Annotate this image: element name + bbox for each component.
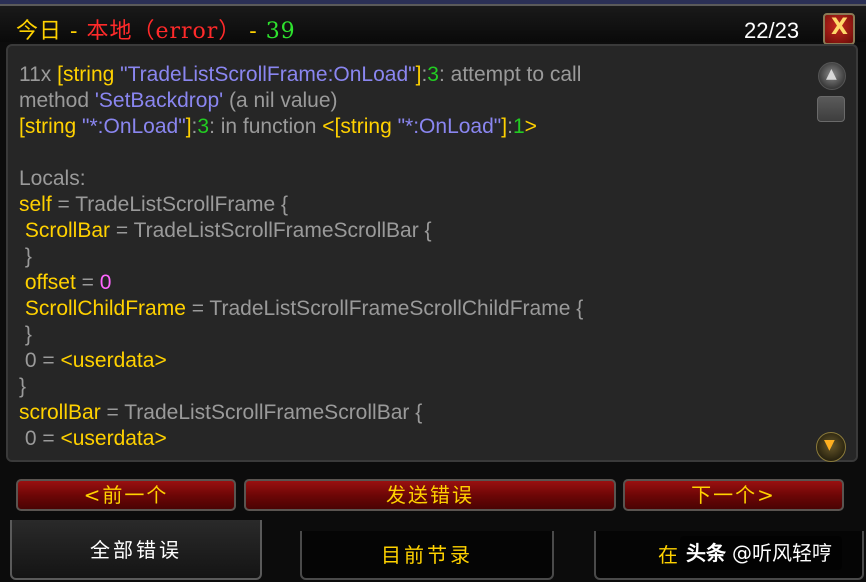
error-text-panel[interactable]: 11x [string "TradeListScrollFrame:OnLoad… — [6, 44, 858, 462]
error-text-segment: "*:OnLoad" — [397, 115, 502, 138]
title-bar[interactable]: 今日 - 本地（error） - 39 22/23 X — [0, 6, 866, 45]
next-error-button[interactable]: 下一个> — [623, 479, 844, 511]
title-today: 今日 — [16, 19, 63, 44]
error-text-segment: : attempt to call — [438, 63, 582, 86]
error-text-segment: = TradeListScrollFrameScrollChildFrame { — [185, 297, 584, 320]
error-text-segment: 'SetBackdrop' — [94, 89, 224, 112]
title-separator: - — [241, 19, 266, 44]
tab-current-session[interactable]: 目前节录 — [300, 531, 554, 580]
title-error-count: 39 — [265, 19, 296, 44]
error-text-segment: ScrollChildFrame — [19, 297, 186, 320]
error-text-segment: 0 — [99, 271, 112, 294]
close-button[interactable]: X — [823, 13, 855, 45]
send-error-button[interactable]: 发送错误 — [244, 479, 616, 511]
previous-error-button[interactable]: <前一个 — [16, 479, 236, 511]
error-text-segment: > — [524, 115, 537, 138]
error-text-segment: [string — [19, 115, 83, 138]
error-text-segment: = TradeListScrollFrameScrollBar { — [110, 219, 432, 242]
error-text-line: } — [19, 374, 809, 400]
error-text-segment: scrollBar — [19, 401, 101, 424]
error-text-segment: [string — [57, 63, 121, 86]
error-text-segment: <[string — [322, 115, 398, 138]
scrollbar-thumb[interactable] — [817, 96, 845, 122]
error-text-segment: 3 — [427, 63, 439, 86]
error-text-segment: self — [19, 193, 52, 216]
error-text-line: ScrollChildFrame = TradeListScrollFrameS… — [19, 296, 809, 322]
error-text-segment: (a nil value) — [223, 89, 338, 112]
error-text-segment: = TradeListScrollFrame { — [51, 193, 289, 216]
error-text-segment: = TradeListScrollFrameScrollBar { — [100, 401, 423, 424]
error-text-line: scrollBar = TradeListScrollFrameScrollBa… — [19, 400, 809, 426]
title-local-error: 本地（error） — [86, 19, 242, 44]
error-text-line: self = TradeListScrollFrame { — [19, 192, 809, 218]
scroll-down-button[interactable]: ▼ — [816, 432, 846, 462]
watermark-brand: 头条 — [686, 541, 726, 565]
error-text-segment: ScrollBar — [19, 219, 111, 242]
error-text-line — [19, 140, 809, 166]
error-index-counter: 22/23 — [744, 18, 800, 43]
tab-all-errors[interactable]: 全部错误 — [10, 520, 262, 580]
error-text-line: offset = 0 — [19, 270, 809, 296]
watermark-handle: @听风轻哼 — [732, 541, 832, 565]
watermark: 头条 @听风轻哼 — [680, 536, 842, 570]
error-text-line: 11x [string "TradeListScrollFrame:OnLoad… — [19, 62, 809, 88]
error-text-segment: } — [19, 245, 32, 268]
title-separator: - — [62, 19, 87, 44]
close-icon: X — [831, 15, 848, 40]
scroll-up-button[interactable]: ▲ — [818, 62, 846, 90]
error-text-segment: : in function — [209, 115, 323, 138]
error-text-segment: "*:OnLoad" — [82, 115, 186, 138]
error-text-line: [string "*:OnLoad"]:3: in function <[str… — [19, 114, 809, 140]
error-text-segment: <userdata> — [60, 349, 167, 372]
error-message-text[interactable]: 11x [string "TradeListScrollFrame:OnLoad… — [19, 62, 809, 460]
error-text-line: 0 = <userdata> — [19, 348, 809, 374]
panel-bottom-clip — [8, 446, 856, 460]
error-text-segment: 3 — [197, 115, 210, 138]
error-text-segment: 1 — [512, 115, 525, 138]
error-text-segment: method — [19, 89, 95, 112]
chevron-up-icon: ▲ — [826, 66, 837, 82]
window-title: 今日 - 本地（error） - 39 — [16, 13, 296, 45]
error-text-line: Locals: — [19, 166, 809, 192]
error-text-segment: "TradeListScrollFrame:OnLoad" — [120, 63, 416, 86]
error-text-segment: } — [19, 375, 27, 398]
error-text-segment: offset — [19, 271, 76, 294]
error-text-segment: } — [19, 323, 32, 346]
error-text-segment: 0 = — [19, 349, 61, 372]
error-text-line: method 'SetBackdrop' (a nil value) — [19, 88, 809, 114]
error-text-segment: 11x — [19, 63, 58, 86]
error-text-segment: Locals: — [19, 167, 86, 190]
error-text-line: } — [19, 322, 809, 348]
error-text-line: ScrollBar = TradeListScrollFrameScrollBa… — [19, 218, 809, 244]
chevron-down-icon: ▼ — [824, 437, 835, 453]
error-text-segment: = — [75, 271, 100, 294]
error-text-line: } — [19, 244, 809, 270]
